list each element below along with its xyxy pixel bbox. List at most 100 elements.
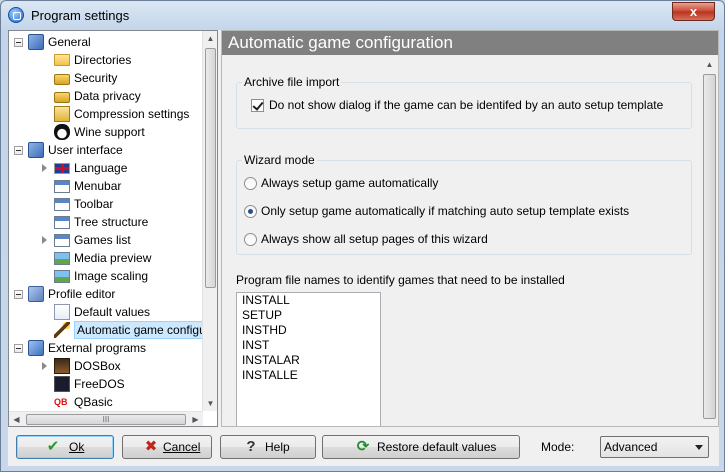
filename-line: INSTALAR [242,353,300,367]
tree-item[interactable]: Image scaling [9,267,203,285]
tree-item-label: Default values [74,305,151,319]
penguin-icon [54,124,70,140]
tree-item[interactable]: Media preview [9,249,203,267]
profile-editor-icon [28,286,44,302]
tree-items: General Directories Security Data privacy Co… [9,31,217,411]
scroll-left-icon[interactable]: ◀ [9,412,24,426]
tree-item[interactable]: Default values [9,303,203,321]
tree-item[interactable]: Compression settings [9,105,203,123]
filenames-textarea[interactable]: INSTALL SETUP INSTHD INST INSTALAR INSTALLE [236,292,381,426]
radio-always-auto-label[interactable]: Always setup game automatically [261,176,438,190]
tree-item-label: External programs [48,341,147,355]
tree-item[interactable]: Language [9,159,203,177]
help-button-label: Help [265,440,290,454]
tree-item-label: General [48,35,91,49]
collapse-toggle-icon[interactable] [14,290,23,299]
tree-item-label: Image scaling [74,269,149,283]
page-vertical-scrollbar[interactable]: ▲ [701,55,718,426]
settings-tree[interactable]: General Directories Security Data privacy Co… [8,30,218,427]
tree-item-label: Automatic game configuration [74,321,217,339]
tree-item-label: User interface [48,143,123,157]
image-icon [54,270,70,283]
tree-item[interactable]: Directories [9,51,203,69]
tree-item-label: Compression settings [74,107,190,121]
tree-item[interactable]: External programs [9,339,203,357]
tree-item[interactable]: Wine support [9,123,203,141]
page-vertical-scroll-thumb[interactable] [703,74,716,419]
checkmark-icon: ✔ [46,438,60,455]
expand-arrow-icon[interactable] [42,164,47,172]
radio-show-all-pages[interactable] [244,233,257,246]
default-values-icon [54,304,70,320]
skip-dialog-checkbox-label[interactable]: Do not show dialog if the game can be id… [269,98,663,112]
tree-item-label: Media preview [74,251,152,265]
list-icon [54,234,70,247]
radio-show-all-pages-label[interactable]: Always show all setup pages of this wiza… [261,232,488,246]
cancel-button[interactable]: ✖ Cancel [122,435,212,459]
mode-dropdown[interactable]: Advanced [600,436,709,458]
filename-line: INSTHD [242,323,287,337]
tree-item[interactable]: Security [9,69,203,87]
cross-icon: ✖ [144,438,158,455]
collapse-toggle-icon[interactable] [14,344,23,353]
folder-icon [54,54,70,66]
tree-item[interactable]: DOSBox [9,357,203,375]
scroll-up-icon[interactable]: ▲ [203,31,217,46]
tree-vertical-scroll-thumb[interactable] [205,48,216,288]
program-settings-window: Program settings x General Directories Sec… [0,0,725,472]
uk-flag-icon [54,163,70,174]
expand-arrow-icon[interactable] [42,362,47,370]
tree-item[interactable]: User interface [9,141,203,159]
menubar-icon [54,180,70,193]
collapse-toggle-icon[interactable] [14,38,23,47]
tree-item-label: DOSBox [74,359,121,373]
collapse-toggle-icon[interactable] [14,146,23,155]
tree-vertical-scrollbar[interactable]: ▲ ▼ [202,31,217,411]
archive-import-group: Archive file import Do not show dialog i… [236,75,692,129]
tree-item-label: QBasic [74,395,113,409]
tree-item[interactable]: Profile editor [9,285,203,303]
dialog-client-area: General Directories Security Data privacy Co… [8,30,719,466]
tree-horizontal-scroll-thumb[interactable]: III [26,414,186,425]
scroll-right-icon[interactable]: ▶ [188,412,203,426]
ok-button-label: Ok [69,440,85,454]
filename-line: INSTALLE [242,368,298,382]
page-scroll-up-icon[interactable]: ▲ [702,57,717,72]
close-button[interactable]: x [672,2,715,21]
tree-item[interactable]: Data privacy [9,87,203,105]
tree-item[interactable]: Games list [9,231,203,249]
tree-item[interactable]: Tree structure [9,213,203,231]
restore-defaults-button[interactable]: ⟳ Restore default values [322,435,520,459]
skip-dialog-checkbox[interactable] [251,99,264,112]
tree-item[interactable]: General [9,33,203,51]
lock-icon [54,92,70,103]
external-programs-icon [28,340,44,356]
radio-always-auto[interactable] [244,177,257,190]
freedos-icon [54,376,70,392]
title-bar[interactable]: Program settings x [1,1,724,30]
filename-line: INST [242,338,270,352]
radio-auto-if-template[interactable] [244,205,257,218]
tree-item-label: Language [74,161,128,175]
tree-item[interactable]: Menubar [9,177,203,195]
dosbox-icon [54,358,70,374]
tree-item[interactable]: Toolbar [9,195,203,213]
tree-item[interactable]: Automatic game configuration [9,321,217,339]
help-question-icon: ? [246,438,256,455]
toolbar-icon [54,198,70,211]
help-button[interactable]: ? Help [220,435,316,459]
tree-item-label: Security [74,71,118,85]
tree-horizontal-scrollbar[interactable]: ◀ III ▶ [9,411,203,426]
tree-item[interactable]: QB QBasic [9,393,203,411]
settings-page: Automatic game configuration Archive fil… [221,30,719,427]
refresh-icon: ⟳ [356,438,370,455]
tree-item-label: Menubar [74,179,122,193]
tree-item-label: FreeDOS [74,377,125,391]
scroll-down-icon[interactable]: ▼ [203,396,217,411]
tree-item-label: Profile editor [48,287,116,301]
ok-button[interactable]: ✔ Ok [16,435,114,459]
general-settings-icon [28,34,44,50]
radio-auto-if-template-label[interactable]: Only setup game automatically if matchin… [261,204,629,218]
expand-arrow-icon[interactable] [42,236,47,244]
tree-item[interactable]: FreeDOS [9,375,203,393]
